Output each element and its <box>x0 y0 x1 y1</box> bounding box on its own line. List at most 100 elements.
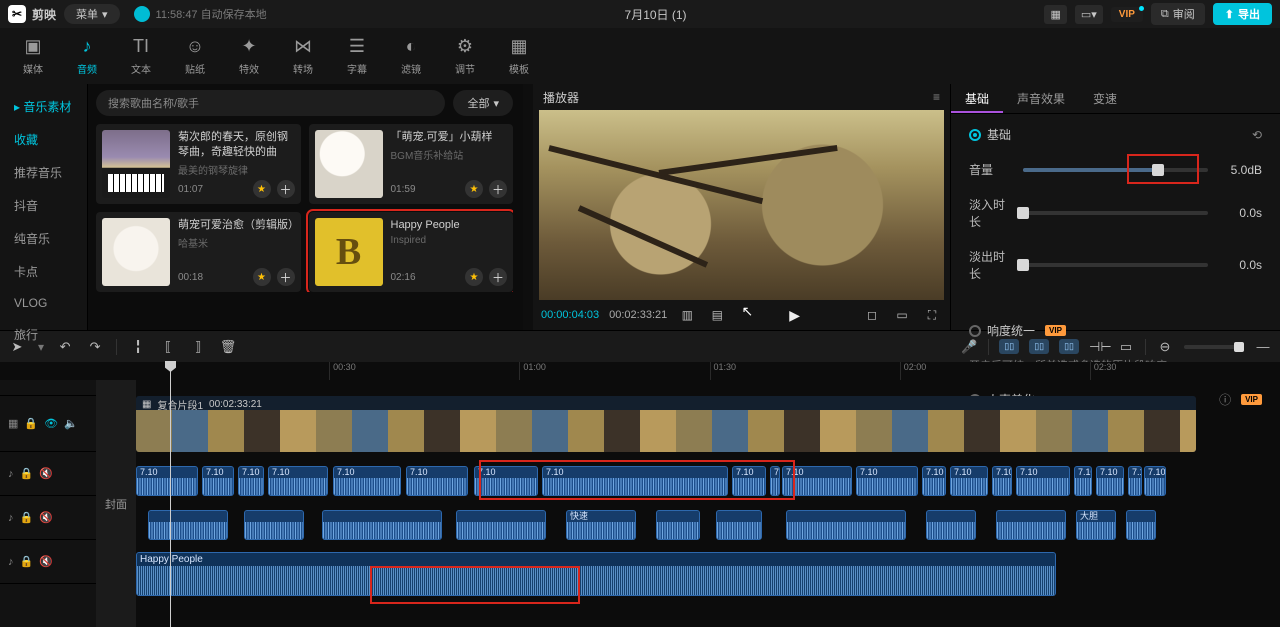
split-button[interactable]: ╏ <box>129 339 147 355</box>
tab-sound-fx[interactable]: 声音效果 <box>1003 84 1079 113</box>
playhead[interactable] <box>170 362 171 627</box>
add-button[interactable]: ＋ <box>277 268 295 286</box>
audio-clip[interactable]: 7.10 <box>992 466 1012 496</box>
zoom-in-button[interactable]: — <box>1254 339 1272 354</box>
video-clip[interactable]: ▦复合片段100:02:33:21 <box>136 396 1196 452</box>
loudness-row[interactable]: 响度统一VIP <box>969 322 1262 339</box>
audio-clip[interactable]: 7.10 <box>732 466 766 496</box>
tab-basic[interactable]: 基础 <box>951 84 1003 113</box>
add-button[interactable]: ＋ <box>277 180 295 198</box>
audio-lane-2[interactable]: 快速 大胆 <box>136 508 1280 542</box>
music-lane[interactable]: Happy People <box>136 552 1280 596</box>
select-tool[interactable]: ➤ <box>8 339 26 355</box>
mute-icon[interactable]: 🔇 <box>39 555 53 568</box>
auto-chip-3[interactable]: ▯▯ <box>1059 339 1079 354</box>
audio-clip[interactable] <box>1126 510 1156 540</box>
audio-clip[interactable]: 快速 <box>566 510 636 540</box>
delete-button[interactable]: 🗑 <box>219 339 237 355</box>
audio-lane-1[interactable]: 7.107.107.107.107.107.107.107.107.107.10… <box>136 464 1280 498</box>
audio-clip[interactable]: 7.10 <box>1144 466 1166 496</box>
audio-clip[interactable]: 大胆 <box>1076 510 1116 540</box>
audio-clip[interactable]: 7.10 <box>268 466 328 496</box>
cat-transition[interactable]: ⋈转场 <box>278 36 328 76</box>
audio-clip[interactable]: 7.10 <box>136 466 198 496</box>
audio-clip[interactable]: 7.10 <box>406 466 468 496</box>
audio-icon[interactable]: ♪ <box>8 468 14 480</box>
cat-text[interactable]: TI文本 <box>116 36 166 76</box>
cat-template[interactable]: ▦模板 <box>494 36 544 76</box>
player-viewport[interactable] <box>539 110 944 300</box>
redo-button[interactable]: ↷ <box>86 339 104 355</box>
reset-icon[interactable]: ⟲ <box>1252 128 1262 142</box>
audio-clip[interactable]: 7.10 <box>782 466 852 496</box>
add-button[interactable]: ＋ <box>489 268 507 286</box>
audio-icon[interactable]: ♪ <box>8 556 14 568</box>
volume-slider[interactable] <box>1023 168 1208 172</box>
sidebar-header[interactable]: ▸ 音乐素材 <box>0 90 87 123</box>
audio-clip[interactable] <box>786 510 906 540</box>
mute-icon[interactable]: 🔇 <box>39 511 53 524</box>
favorite-button[interactable]: ★ <box>253 180 271 198</box>
music-clip[interactable]: Happy People <box>136 552 1056 596</box>
cat-filter[interactable]: ◐滤镜 <box>386 36 436 76</box>
audio-clip[interactable] <box>322 510 442 540</box>
split-right-button[interactable]: ⟧ <box>189 339 207 355</box>
fadeout-slider[interactable] <box>1023 263 1208 267</box>
cat-sticker[interactable]: ☺贴纸 <box>170 36 220 76</box>
auto-chip-1[interactable]: ▯▯ <box>999 339 1019 354</box>
audio-clip[interactable]: 7.10 <box>542 466 728 496</box>
audio-clip[interactable]: 7.10 <box>1096 466 1124 496</box>
main-menu-button[interactable]: 菜单▾ <box>64 4 120 24</box>
mic-icon[interactable]: 🎤 <box>960 339 978 355</box>
display-icon[interactable]: ▤ <box>707 308 727 322</box>
audio-clip[interactable] <box>716 510 762 540</box>
audio-clip[interactable] <box>656 510 700 540</box>
favorite-button[interactable]: ★ <box>253 268 271 286</box>
crop-icon[interactable]: ◻ <box>862 308 882 322</box>
sidebar-item-favorite[interactable]: 收藏 <box>0 123 87 156</box>
cover-label[interactable]: 封面 <box>96 380 136 627</box>
audio-icon[interactable]: ♪ <box>8 512 14 524</box>
zoom-out-button[interactable]: ⊖ <box>1156 339 1174 355</box>
split-left-button[interactable]: ⟦ <box>159 339 177 355</box>
layout-1-button[interactable]: ▦ <box>1044 5 1066 24</box>
sidebar-item-douyin[interactable]: 抖音 <box>0 189 87 222</box>
export-button[interactable]: ⬆导出 <box>1213 3 1272 25</box>
vip-badge[interactable]: VIP <box>1111 7 1143 22</box>
layout-2-button[interactable]: ▭▾ <box>1075 5 1103 24</box>
lock-icon[interactable]: 🔒 <box>20 555 34 568</box>
review-button[interactable]: ⧉审阅 <box>1151 3 1205 25</box>
compare-icon[interactable]: ▥ <box>677 308 697 322</box>
sidebar-item-recommend[interactable]: 推荐音乐 <box>0 156 87 189</box>
eye-icon[interactable]: 👁 <box>44 417 58 430</box>
audio-clip[interactable]: 7.10 <box>770 466 780 496</box>
audio-clip[interactable]: 7.10 <box>474 466 538 496</box>
ratio-icon[interactable]: ▭ <box>892 308 912 322</box>
audio-clip[interactable]: 7.10 <box>950 466 988 496</box>
audio-clip[interactable] <box>456 510 546 540</box>
sidebar-item-vlog[interactable]: VLOG <box>0 288 87 318</box>
cat-caption[interactable]: ☰字幕 <box>332 36 382 76</box>
audio-clip[interactable] <box>244 510 304 540</box>
mute-icon[interactable]: 🔇 <box>39 467 53 480</box>
cat-adjust[interactable]: ⚙调节 <box>440 36 490 76</box>
audio-clip[interactable]: 7.10 <box>1074 466 1092 496</box>
cat-audio[interactable]: ♪音频 <box>62 36 112 76</box>
sidebar-item-pure[interactable]: 纯音乐 <box>0 222 87 255</box>
filter-button[interactable]: 全部▾ <box>453 90 513 116</box>
lock-icon[interactable]: 🔒 <box>20 467 34 480</box>
search-input[interactable]: 搜索歌曲名称/歌手 <box>96 90 445 116</box>
audio-clip[interactable]: 7.10 <box>1128 466 1142 496</box>
fullscreen-icon[interactable]: ⛶ <box>922 308 942 323</box>
media-card-selected[interactable]: B Happy People Inspired 02:16 ★＋ <box>309 212 514 292</box>
timeline-ruler[interactable]: 00:30 01:00 01:30 02:00 02:30 <box>0 362 1280 380</box>
audio-clip[interactable] <box>926 510 976 540</box>
media-card[interactable]: 「萌宠.可爱」小葫样 BGM音乐补给站 01:59 ★＋ <box>309 124 514 204</box>
audio-clip[interactable]: 7.10 <box>333 466 401 496</box>
media-card[interactable]: 菊次郎的春天，原创钢琴曲，奇趣轻快的曲风，让人感觉耳… 最美的钢琴旋律 01:0… <box>96 124 301 204</box>
fadein-slider[interactable] <box>1023 211 1208 215</box>
mute-icon[interactable]: 🔈 <box>64 417 78 430</box>
audio-clip[interactable]: 7.10 <box>202 466 234 496</box>
audio-clip[interactable] <box>996 510 1066 540</box>
lock-icon[interactable]: 🔒 <box>20 511 34 524</box>
